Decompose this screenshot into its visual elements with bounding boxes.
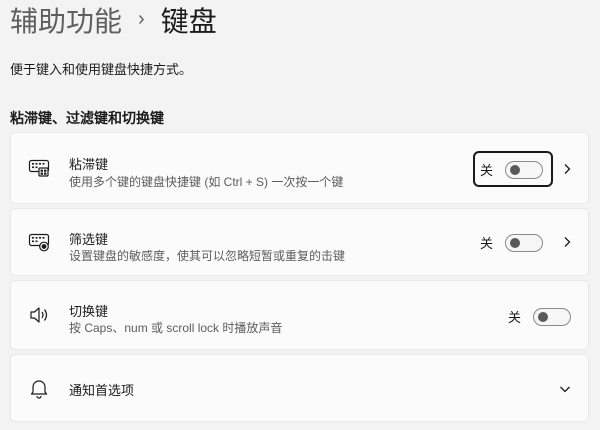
toggle-switch[interactable] [505,160,544,179]
toggle-switch[interactable] [533,307,572,326]
breadcrumb-parent-link[interactable]: 辅助功能 [10,0,122,40]
toggle-state-label: 关 [480,236,494,251]
sticky-keys-toggle[interactable]: 关 [480,160,544,179]
toggle-switch[interactable] [505,233,544,252]
setting-card-toggle-keys[interactable]: 切换键 按 Caps、num 或 scroll lock 时播放声音 关 [10,280,589,350]
toggle-state-label: 关 [508,310,522,325]
toggle-knob [510,237,521,248]
setting-subtitle: 使用多个键的键盘快捷键 (如 Ctrl + S) 一次按一个键 [69,175,344,189]
page-title: 键盘 [160,6,217,37]
bell-icon [27,376,51,400]
chevron-right-icon[interactable] [561,236,573,248]
setting-card-filter-keys[interactable]: 筛选键 设置键盘的敏感度，使其可以忽略短暂或重复的击键 关 [10,208,589,276]
sticky-keys-icon [27,156,51,180]
setting-title: 粘滞键 [69,157,109,172]
setting-title: 筛选键 [69,232,109,247]
setting-card-sticky-keys[interactable]: 粘滞键 使用多个键的键盘快捷键 (如 Ctrl + S) 一次按一个键 关 [10,132,589,204]
filter-keys-icon [27,230,51,254]
toggle-knob [510,164,521,175]
toggle-keys-speaker-icon [27,303,51,327]
section-title: 粘滞键、过滤键和切换键 [10,110,164,126]
breadcrumb: 辅助功能 › 键盘 [10,2,217,38]
setting-subtitle: 按 Caps、num 或 scroll lock 时播放声音 [69,321,283,335]
toggle-state-label: 关 [480,163,494,178]
toggle-knob [538,311,549,322]
toggle-keys-toggle[interactable]: 关 [508,307,572,326]
setting-title: 通知首选项 [69,383,135,398]
setting-title: 切换键 [69,304,109,319]
page-description: 便于键入和使用键盘快捷方式。 [10,62,193,77]
chevron-right-icon[interactable] [561,163,573,175]
setting-card-notification-preferences[interactable]: 通知首选项 [10,354,589,422]
filter-keys-toggle[interactable]: 关 [480,233,544,252]
setting-subtitle: 设置键盘的敏感度，使其可以忽略短暂或重复的击键 [69,249,346,263]
chevron-down-icon[interactable] [559,383,571,395]
breadcrumb-separator-icon: › [138,7,145,30]
